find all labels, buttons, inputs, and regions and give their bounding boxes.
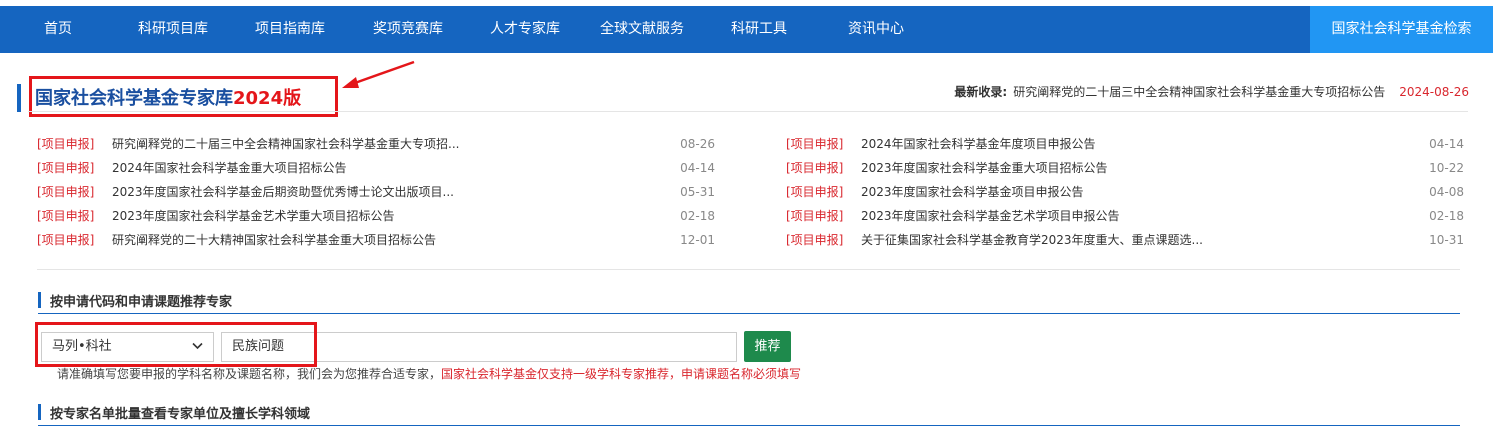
list-item[interactable]: [项目申报] 研究阐释党的二十届三中全会精神国家社会科学基金重大专项招... 08-… [37, 135, 715, 159]
nav-item-tools[interactable]: 科研工具 [731, 6, 787, 53]
news-date: 02-18 [1429, 209, 1464, 223]
list-item[interactable]: [项目申报] 关于征集国家社会科学基金教育学2023年度重大、重点课题选... 10… [786, 231, 1464, 255]
news-title[interactable]: 2024年国家社会科学基金重大项目招标公告 [112, 159, 347, 177]
list-item[interactable]: [项目申报] 2024年国家社会科学基金年度项目申报公告 04-14 [786, 135, 1464, 159]
list-item[interactable]: [项目申报] 2024年国家社会科学基金重大项目招标公告 04-14 [37, 159, 715, 183]
list-item[interactable]: [项目申报] 2023年度国家社会科学基金重大项目招标公告 10-22 [786, 159, 1464, 183]
form-hint: 请准确填写您要申报的学科名称及课题名称，我们会为您推荐合适专家，国家社会科学基金… [57, 365, 801, 382]
news-tag[interactable]: [项目申报] [37, 183, 94, 201]
news-date: 10-22 [1429, 161, 1464, 175]
news-tag[interactable]: [项目申报] [786, 231, 843, 249]
form-highlight-box [35, 322, 317, 367]
latest-date: 2024-08-26 [1399, 85, 1469, 99]
nav-item-guides[interactable]: 项目指南库 [255, 6, 325, 53]
news-date: 08-26 [680, 137, 715, 151]
news-tag[interactable]: [项目申报] [786, 183, 843, 201]
latest-entry: 最新收录: 研究阐释党的二十届三中全会精神国家社会科学基金重大专项招标公告 2024… [954, 83, 1469, 100]
section-recommend-header: 按申请代码和申请课题推荐专家 [38, 290, 1460, 314]
section-accent-bar [38, 404, 41, 420]
hint-text: 请准确填写您要申报的学科名称及课题名称，我们会为您推荐合适专家， [57, 367, 442, 381]
news-date: 04-14 [680, 161, 715, 175]
news-date: 10-31 [1429, 233, 1464, 247]
news-title[interactable]: 2023年度国家社会科学基金重大项目招标公告 [861, 159, 1108, 177]
news-date: 02-18 [680, 209, 715, 223]
list-item[interactable]: [项目申报] 2023年度国家社会科学基金后期资助暨优秀博士论文出版项目... 05… [37, 183, 715, 207]
list-item[interactable]: [项目申报] 2023年度国家社会科学基金项目申报公告 04-08 [786, 183, 1464, 207]
news-date: 05-31 [680, 185, 715, 199]
section-accent-bar [38, 292, 41, 308]
news-tag[interactable]: [项目申报] [37, 231, 94, 249]
nav-item-home[interactable]: 首页 [44, 6, 72, 53]
section-title: 按专家名单批量查看专家单位及擅长学科领域 [50, 407, 311, 422]
news-tag[interactable]: [项目申报] [786, 135, 843, 153]
news-title[interactable]: 研究阐释党的二十届三中全会精神国家社会科学基金重大专项招... [112, 135, 459, 153]
list-item[interactable]: [项目申报] 2023年度国家社会科学基金艺术学重大项目招标公告 02-18 [37, 207, 715, 231]
news-title[interactable]: 2023年度国家社会科学基金艺术学项目申报公告 [861, 207, 1120, 225]
divider [28, 111, 1468, 112]
news-title[interactable]: 2023年度国家社会科学基金项目申报公告 [861, 183, 1084, 201]
news-tag[interactable]: [项目申报] [37, 135, 94, 153]
divider [37, 269, 1460, 270]
news-title[interactable]: 关于征集国家社会科学基金教育学2023年度重大、重点课题选... [861, 231, 1203, 249]
title-accent-bar [17, 84, 21, 112]
news-title[interactable]: 2023年度国家社会科学基金艺术学重大项目招标公告 [112, 207, 395, 225]
recommend-button[interactable]: 推荐 [744, 331, 791, 362]
news-title[interactable]: 2024年国家社会科学基金年度项目申报公告 [861, 135, 1096, 153]
news-date: 04-14 [1429, 137, 1464, 151]
list-item[interactable]: [项目申报] 2023年度国家社会科学基金艺术学项目申报公告 02-18 [786, 207, 1464, 231]
news-tag[interactable]: [项目申报] [786, 207, 843, 225]
news-list-left: [项目申报] 研究阐释党的二十届三中全会精神国家社会科学基金重大专项招... 08-… [37, 135, 715, 255]
nssf-search-button[interactable]: 国家社会科学基金检索 [1310, 6, 1493, 53]
section-title: 按申请代码和申请课题推荐专家 [50, 295, 233, 310]
nav-item-literature[interactable]: 全球文献服务 [600, 6, 684, 53]
news-title[interactable]: 2023年度国家社会科学基金后期资助暨优秀博士论文出版项目... [112, 183, 454, 201]
news-list-right: [项目申报] 2024年国家社会科学基金年度项目申报公告 04-14 [项目申报] 2… [786, 135, 1464, 255]
nav-item-projects[interactable]: 科研项目库 [138, 6, 208, 53]
hint-warning: 国家社会科学基金仅支持一级学科专家推荐，申请课题名称必须填写 [441, 367, 802, 381]
news-tag[interactable]: [项目申报] [37, 159, 94, 177]
latest-link[interactable]: 研究阐释党的二十届三中全会精神国家社会科学基金重大专项招标公告 [1013, 85, 1385, 99]
latest-label: 最新收录: [954, 85, 1008, 99]
news-date: 12-01 [680, 233, 715, 247]
news-title[interactable]: 研究阐释党的二十大精神国家社会科学基金重大项目招标公告 [112, 231, 436, 249]
news-tag[interactable]: [项目申报] [786, 159, 843, 177]
list-item[interactable]: [项目申报] 研究阐释党的二十大精神国家社会科学基金重大项目招标公告 12-01 [37, 231, 715, 255]
top-nav: 首页 科研项目库 项目指南库 奖项竞赛库 人才专家库 全球文献服务 科研工具 资… [0, 6, 1493, 53]
news-tag[interactable]: [项目申报] [37, 207, 94, 225]
annotation-arrow-icon [342, 60, 415, 88]
section-batch-header: 按专家名单批量查看专家单位及擅长学科领域 [38, 402, 1460, 426]
nav-item-news[interactable]: 资讯中心 [848, 6, 904, 53]
nav-item-awards[interactable]: 奖项竞赛库 [373, 6, 443, 53]
news-date: 04-08 [1429, 185, 1464, 199]
nav-item-experts[interactable]: 人才专家库 [490, 6, 560, 53]
